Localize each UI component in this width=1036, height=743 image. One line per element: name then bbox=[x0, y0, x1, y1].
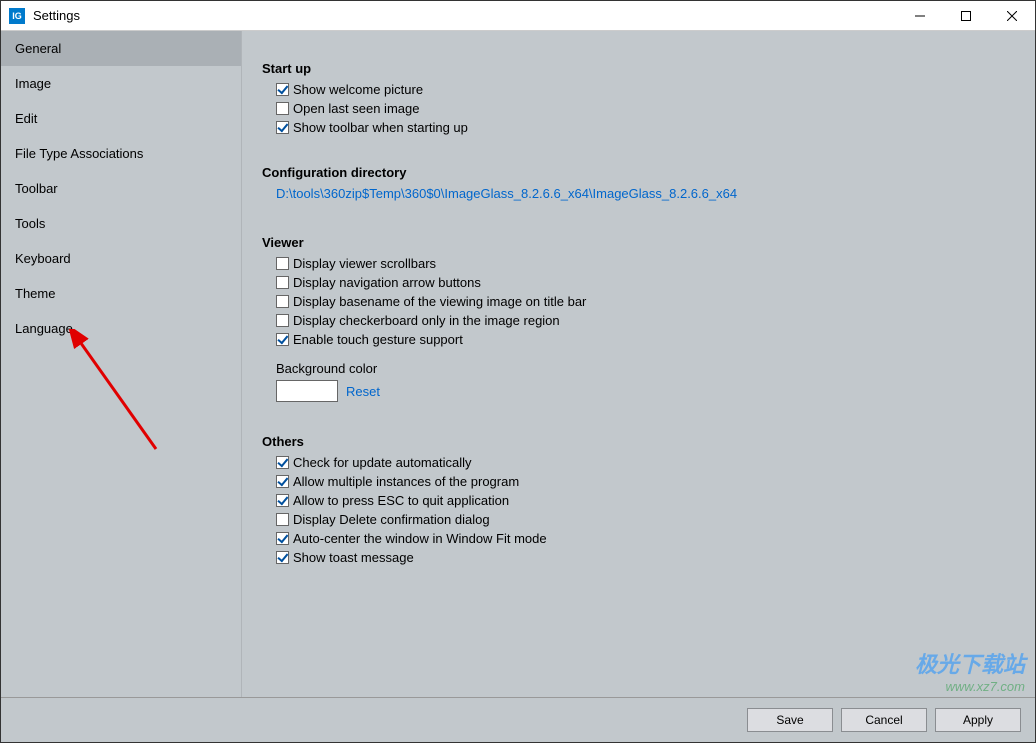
viewer-label-0[interactable]: Display viewer scrollbars bbox=[293, 256, 436, 271]
others-checkbox-3[interactable] bbox=[276, 513, 289, 526]
footer: Save Cancel Apply bbox=[1, 697, 1035, 742]
others-checkbox-0[interactable] bbox=[276, 456, 289, 469]
app-icon: IG bbox=[9, 8, 25, 24]
sidebar-item-file-type-associations[interactable]: File Type Associations bbox=[1, 136, 241, 171]
bgcolor-swatch[interactable] bbox=[276, 380, 338, 402]
sidebar-item-edit[interactable]: Edit bbox=[1, 101, 241, 136]
sidebar-item-language[interactable]: Language bbox=[1, 311, 241, 346]
close-button[interactable] bbox=[989, 1, 1035, 30]
others-row-3: Display Delete confirmation dialog bbox=[276, 512, 1015, 527]
viewer-checkbox-0[interactable] bbox=[276, 257, 289, 270]
titlebar: IG Settings bbox=[1, 1, 1035, 31]
others-label-5[interactable]: Show toast message bbox=[293, 550, 414, 565]
others-checkbox-1[interactable] bbox=[276, 475, 289, 488]
sidebar-item-toolbar[interactable]: Toolbar bbox=[1, 171, 241, 206]
bgcolor-reset-link[interactable]: Reset bbox=[346, 384, 380, 399]
section-title-others: Others bbox=[262, 434, 1015, 449]
others-row-4: Auto-center the window in Window Fit mod… bbox=[276, 531, 1015, 546]
others-row-1: Allow multiple instances of the program bbox=[276, 474, 1015, 489]
others-row-2: Allow to press ESC to quit application bbox=[276, 493, 1015, 508]
window-buttons bbox=[897, 1, 1035, 30]
others-row-0: Check for update automatically bbox=[276, 455, 1015, 470]
startup-label-1[interactable]: Open last seen image bbox=[293, 101, 419, 116]
section-title-viewer: Viewer bbox=[262, 235, 1015, 250]
section-title-startup: Start up bbox=[262, 61, 1015, 76]
viewer-label-3[interactable]: Display checkerboard only in the image r… bbox=[293, 313, 560, 328]
viewer-row-4: Enable touch gesture support bbox=[276, 332, 1015, 347]
viewer-row-3: Display checkerboard only in the image r… bbox=[276, 313, 1015, 328]
save-button[interactable]: Save bbox=[747, 708, 833, 732]
others-checkbox-5[interactable] bbox=[276, 551, 289, 564]
viewer-label-4[interactable]: Enable touch gesture support bbox=[293, 332, 463, 347]
minimize-button[interactable] bbox=[897, 1, 943, 30]
viewer-row-1: Display navigation arrow buttons bbox=[276, 275, 1015, 290]
others-label-1[interactable]: Allow multiple instances of the program bbox=[293, 474, 519, 489]
sidebar-item-theme[interactable]: Theme bbox=[1, 276, 241, 311]
section-title-configdir: Configuration directory bbox=[262, 165, 1015, 180]
sidebar: GeneralImageEditFile Type AssociationsTo… bbox=[1, 31, 241, 697]
others-label-4[interactable]: Auto-center the window in Window Fit mod… bbox=[293, 531, 547, 546]
viewer-label-1[interactable]: Display navigation arrow buttons bbox=[293, 275, 481, 290]
apply-button[interactable]: Apply bbox=[935, 708, 1021, 732]
others-checkbox-2[interactable] bbox=[276, 494, 289, 507]
content: GeneralImageEditFile Type AssociationsTo… bbox=[1, 31, 1035, 697]
viewer-label-2[interactable]: Display basename of the viewing image on… bbox=[293, 294, 586, 309]
startup-checkbox-0[interactable] bbox=[276, 83, 289, 96]
window-title: Settings bbox=[33, 8, 897, 23]
startup-row-2: Show toolbar when starting up bbox=[276, 120, 1015, 135]
sidebar-item-general[interactable]: General bbox=[1, 31, 241, 66]
bgcolor-label: Background color bbox=[276, 361, 1015, 376]
viewer-checkbox-2[interactable] bbox=[276, 295, 289, 308]
others-checkbox-4[interactable] bbox=[276, 532, 289, 545]
sidebar-item-tools[interactable]: Tools bbox=[1, 206, 241, 241]
viewer-row-0: Display viewer scrollbars bbox=[276, 256, 1015, 271]
startup-label-0[interactable]: Show welcome picture bbox=[293, 82, 423, 97]
startup-label-2[interactable]: Show toolbar when starting up bbox=[293, 120, 468, 135]
viewer-row-2: Display basename of the viewing image on… bbox=[276, 294, 1015, 309]
startup-row-0: Show welcome picture bbox=[276, 82, 1015, 97]
others-label-2[interactable]: Allow to press ESC to quit application bbox=[293, 493, 509, 508]
sidebar-item-image[interactable]: Image bbox=[1, 66, 241, 101]
others-label-0[interactable]: Check for update automatically bbox=[293, 455, 471, 470]
startup-checkbox-2[interactable] bbox=[276, 121, 289, 134]
cancel-button[interactable]: Cancel bbox=[841, 708, 927, 732]
maximize-button[interactable] bbox=[943, 1, 989, 30]
viewer-checkbox-1[interactable] bbox=[276, 276, 289, 289]
config-path-link[interactable]: D:\tools\360zip$Temp\360$0\ImageGlass_8.… bbox=[276, 186, 737, 201]
viewer-checkbox-3[interactable] bbox=[276, 314, 289, 327]
main-panel: Start up Show welcome picture Open last s… bbox=[241, 31, 1035, 697]
viewer-checkbox-4[interactable] bbox=[276, 333, 289, 346]
startup-checkbox-1[interactable] bbox=[276, 102, 289, 115]
startup-row-1: Open last seen image bbox=[276, 101, 1015, 116]
others-label-3[interactable]: Display Delete confirmation dialog bbox=[293, 512, 490, 527]
others-row-5: Show toast message bbox=[276, 550, 1015, 565]
sidebar-item-keyboard[interactable]: Keyboard bbox=[1, 241, 241, 276]
